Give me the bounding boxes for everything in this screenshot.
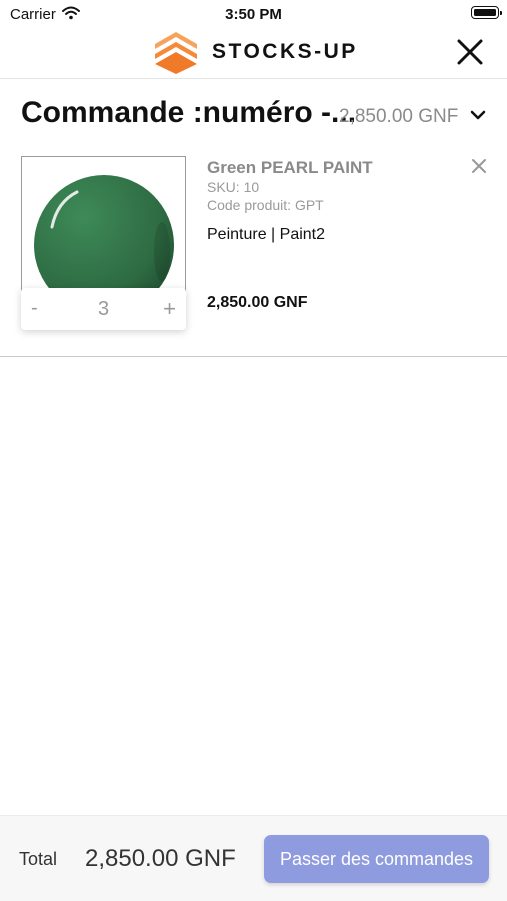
battery-icon xyxy=(471,6,502,19)
product-code: Code produit: GPT xyxy=(207,197,324,213)
product-price: 2,850.00 GNF xyxy=(207,294,308,311)
clock: 3:50 PM xyxy=(225,6,282,23)
status-bar: Carrier 3:50 PM xyxy=(0,0,507,28)
quantity-stepper[interactable]: - 3 + xyxy=(21,288,186,330)
order-amount: 2,850.00 GNF xyxy=(339,106,459,127)
quantity-value[interactable]: 3 xyxy=(21,298,186,321)
order-title: Commande :numéro -... xyxy=(21,96,357,129)
order-header[interactable]: Commande :numéro -... 2,850.00 GNF xyxy=(0,96,507,136)
close-icon xyxy=(472,159,486,173)
app-header: STOCKS-UP xyxy=(0,28,507,79)
increment-button[interactable]: + xyxy=(163,296,176,322)
close-button[interactable] xyxy=(456,38,484,66)
logo-icon xyxy=(153,30,199,79)
brand-name: STOCKS-UP xyxy=(212,40,358,63)
place-orders-button[interactable]: Passer des commandes xyxy=(264,835,489,883)
product-category: Peinture | Paint2 xyxy=(207,226,326,243)
checkout-footer: Total 2,850.00 GNF Passer des commandes xyxy=(0,815,507,901)
chevron-down-icon[interactable] xyxy=(470,108,486,126)
remove-item-button[interactable] xyxy=(471,158,487,174)
total-amount: 2,850.00 GNF xyxy=(85,845,236,872)
product-sku: SKU: 10 xyxy=(207,179,260,195)
close-icon xyxy=(457,39,483,65)
cart-item: - 3 + Green PEARL PAINT SKU: 10 Code pro… xyxy=(0,146,507,357)
product-name: Green PEARL PAINT xyxy=(207,158,373,177)
total-label: Total xyxy=(19,849,58,869)
